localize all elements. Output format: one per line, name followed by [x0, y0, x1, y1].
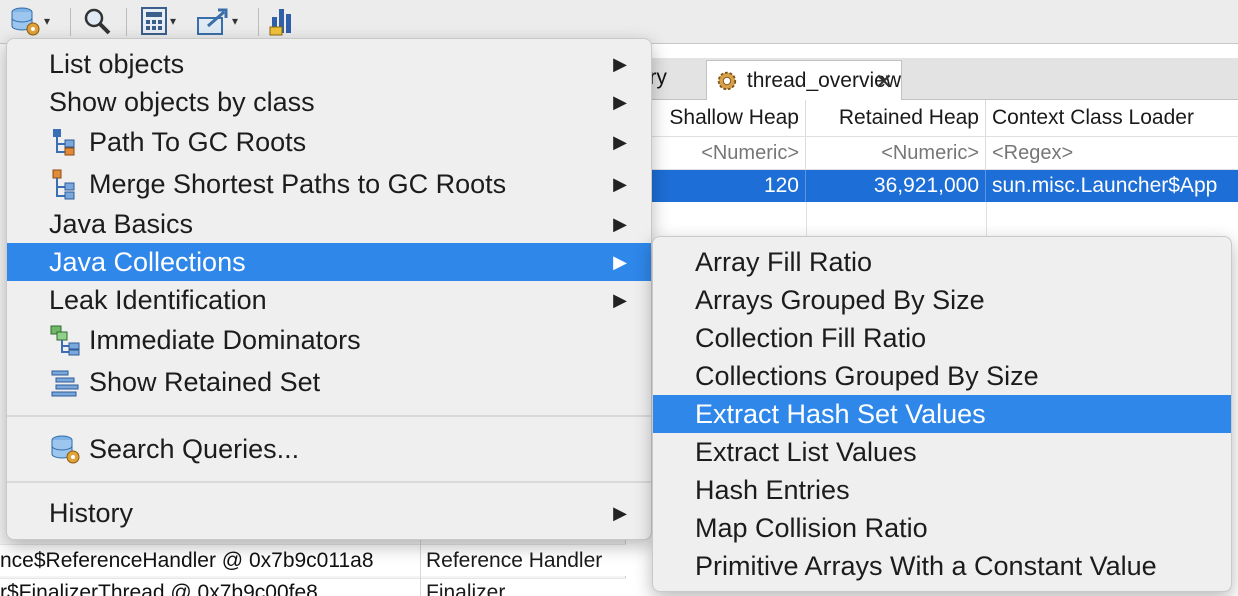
java-collections-submenu: Array Fill Ratio Arrays Grouped By Size …	[652, 236, 1232, 592]
retained-set-icon	[51, 370, 79, 397]
submenu-arrow-icon: ▶	[613, 502, 627, 523]
calculator-icon	[141, 7, 167, 35]
filter-retained-heap[interactable]: <Numeric>	[806, 137, 986, 171]
table-row-thread-name[interactable]: Finalizer	[426, 578, 505, 596]
gear-icon	[717, 71, 737, 90]
cell-context-class-loader: sun.misc.Launcher$App	[992, 174, 1218, 197]
export-button[interactable]: ▾	[196, 4, 238, 38]
menu-item-leak-identification[interactable]: Leak Identification ▶	[7, 281, 651, 319]
submenu-item-extract-list-values[interactable]: Extract List Values	[653, 433, 1231, 471]
column-header-shallow-heap[interactable]: Shallow Heap	[626, 100, 806, 136]
magnifier-icon	[84, 8, 111, 35]
submenu-arrow-icon: ▶	[613, 289, 627, 310]
database-gear-icon	[11, 7, 40, 36]
submenu-item-arrays-grouped-by-size[interactable]: Arrays Grouped By Size	[653, 281, 1231, 319]
merge-paths-icon	[52, 169, 75, 200]
query-browser-button[interactable]: ▾	[8, 4, 50, 38]
menu-item-show-objects-by-class[interactable]: Show objects by class ▶	[7, 83, 651, 121]
submenu-arrow-icon: ▶	[613, 173, 627, 194]
filter-context-class-loader[interactable]: <Regex>	[986, 137, 1238, 171]
table-row-thread-name[interactable]: Reference Handler	[426, 546, 602, 576]
table-row-object[interactable]: r$FinalizerThread @ 0x7b9c00fe8	[0, 578, 318, 596]
column-header-retained-heap[interactable]: Retained Heap	[806, 100, 986, 136]
export-icon	[197, 8, 228, 35]
database-gear-icon	[51, 435, 80, 464]
submenu-item-hash-entries[interactable]: Hash Entries	[653, 471, 1231, 509]
menu-item-history[interactable]: History ▶	[7, 493, 651, 533]
search-button[interactable]	[82, 4, 112, 38]
submenu-item-array-fill-ratio[interactable]: Array Fill Ratio	[653, 243, 1231, 281]
dropdown-caret-icon[interactable]: ▾	[170, 14, 176, 28]
menu-item-show-retained-set[interactable]: Show Retained Set	[7, 361, 651, 403]
cell-retained-heap: 36,921,000	[806, 170, 986, 202]
submenu-item-map-collision-ratio[interactable]: Map Collision Ratio	[653, 509, 1231, 547]
menu-item-immediate-dominators[interactable]: Immediate Dominators	[7, 319, 651, 361]
menu-separator	[7, 481, 651, 483]
submenu-arrow-icon: ▶	[613, 251, 627, 272]
submenu-item-collection-fill-ratio[interactable]: Collection Fill Ratio	[653, 319, 1231, 357]
calculator-button[interactable]: ▾	[140, 4, 176, 38]
menu-item-java-basics[interactable]: Java Basics ▶	[7, 205, 651, 243]
dropdown-caret-icon[interactable]: ▾	[232, 14, 238, 28]
context-menu: List objects ▶ Show objects by class ▶ P…	[6, 38, 652, 540]
filter-shallow-heap[interactable]: <Numeric>	[626, 137, 806, 171]
histogram-button[interactable]	[268, 4, 300, 38]
submenu-item-primitive-arrays-constant-value[interactable]: Primitive Arrays With a Constant Value	[653, 547, 1231, 585]
cell-shallow-heap: 120	[626, 170, 806, 202]
submenu-arrow-icon: ▶	[613, 213, 627, 234]
submenu-item-collections-grouped-by-size[interactable]: Collections Grouped By Size	[653, 357, 1231, 395]
table-row-selected[interactable]: 120 36,921,000 sun.misc.Launcher$App	[626, 170, 1238, 202]
menu-item-list-objects[interactable]: List objects ▶	[7, 45, 651, 83]
filter-row: <Numeric> <Numeric> <Regex>	[626, 136, 1238, 171]
histogram-icon	[269, 9, 291, 36]
menu-item-java-collections[interactable]: Java Collections ▶	[7, 243, 651, 281]
close-icon[interactable]: ✕	[875, 69, 893, 95]
menu-item-path-to-gc-roots[interactable]: Path To GC Roots ▶	[7, 121, 651, 163]
submenu-item-extract-hash-set-values[interactable]: Extract Hash Set Values	[653, 395, 1231, 433]
submenu-arrow-icon: ▶	[613, 53, 627, 74]
submenu-arrow-icon: ▶	[613, 131, 627, 152]
menu-item-merge-shortest-paths[interactable]: Merge Shortest Paths to GC Roots ▶	[7, 163, 651, 205]
dominators-icon	[50, 325, 80, 356]
path-tree-icon	[53, 129, 75, 156]
column-header-context-class-loader[interactable]: Context Class Loader	[986, 100, 1238, 136]
submenu-arrow-icon: ▶	[613, 91, 627, 112]
tab-thread-overview[interactable]: thread_overview ✕	[706, 60, 902, 100]
menu-item-search-queries[interactable]: Search Queries...	[7, 427, 651, 471]
menu-separator	[7, 415, 651, 417]
dropdown-caret-icon[interactable]: ▾	[44, 14, 50, 28]
table-row-object[interactable]: nce$ReferenceHandler @ 0x7b9c011a8	[0, 546, 374, 576]
editor-tabbar: uery thread_overview ✕	[626, 58, 1238, 100]
